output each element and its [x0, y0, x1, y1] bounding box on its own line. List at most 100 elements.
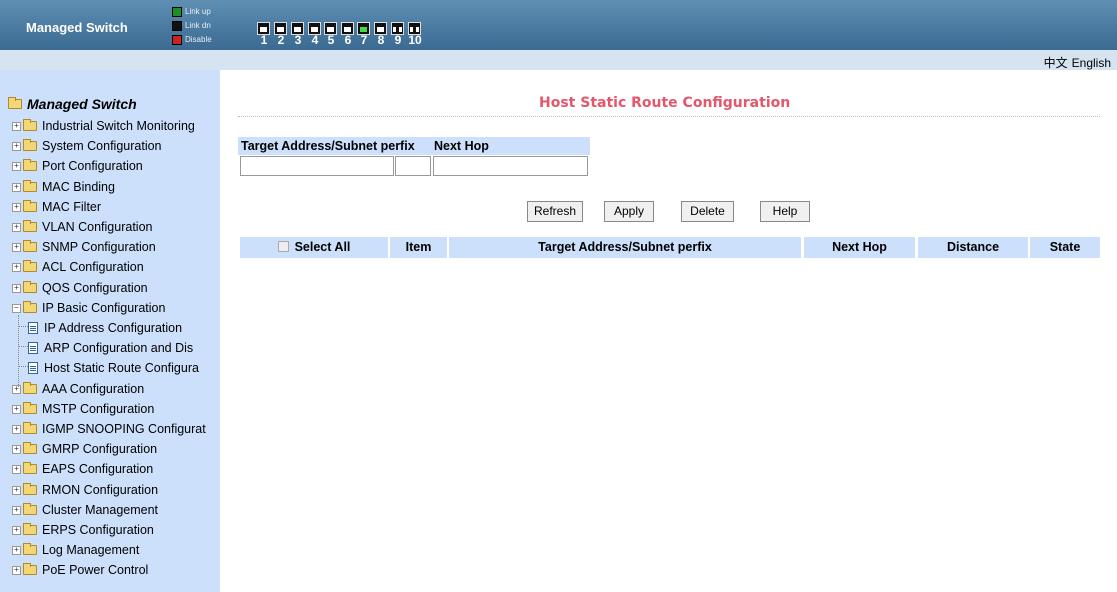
- collapse-icon[interactable]: −: [12, 303, 21, 313]
- apply-button[interactable]: Apply: [604, 201, 654, 222]
- sidebar-item[interactable]: + MAC Filter: [12, 198, 101, 216]
- sidebar-item[interactable]: + QOS Configuration: [12, 279, 148, 297]
- link-up-icon: [172, 6, 182, 17]
- expand-icon[interactable]: +: [12, 404, 21, 414]
- sidebar-subitem[interactable]: IP Address Configuration: [28, 319, 182, 337]
- language-switch: 中文 English: [1040, 54, 1111, 71]
- sidebar-item-label: QOS Configuration: [42, 281, 148, 295]
- folder-icon: [23, 220, 37, 232]
- sidebar-item-label: ACL Configuration: [42, 260, 144, 274]
- expand-icon[interactable]: +: [12, 565, 21, 575]
- sidebar-item-label: IP Basic Configuration: [42, 301, 166, 315]
- help-button[interactable]: Help: [760, 201, 810, 222]
- expand-icon[interactable]: +: [12, 444, 21, 454]
- page-title: Host Static Route Configuration: [539, 95, 791, 111]
- legend-link-up: Link up: [172, 6, 211, 17]
- port-number: 2: [277, 33, 285, 47]
- tree-root-label: Managed Switch: [27, 96, 137, 112]
- sidebar-item[interactable]: + Industrial Switch Monitoring: [12, 117, 195, 135]
- sidebar-item-label: AAA Configuration: [42, 382, 145, 396]
- tree-root[interactable]: Managed Switch: [8, 96, 137, 112]
- port-number: 5: [327, 33, 335, 47]
- folder-icon: [23, 200, 37, 212]
- lang-english-link[interactable]: English: [1072, 56, 1111, 70]
- sidebar-item[interactable]: + Cluster Management: [12, 501, 158, 519]
- sidebar-item-label: ERPS Configuration: [42, 523, 154, 537]
- expand-icon[interactable]: +: [12, 283, 21, 293]
- tree-connector: [18, 366, 28, 367]
- open-folder-icon: [8, 97, 22, 109]
- expand-icon[interactable]: +: [12, 222, 21, 232]
- refresh-button[interactable]: Refresh: [527, 201, 583, 222]
- subnet-prefix-input[interactable]: [395, 156, 431, 176]
- sidebar-nav: Managed Switch + Industrial Switch Monito…: [0, 70, 220, 592]
- sidebar-subitem[interactable]: ARP Configuration and Dis: [28, 339, 193, 357]
- expand-icon[interactable]: +: [12, 161, 21, 171]
- expand-icon[interactable]: +: [12, 262, 21, 272]
- expand-icon[interactable]: +: [12, 182, 21, 192]
- next-hop-label: Next Hop: [434, 139, 489, 153]
- sidebar-item[interactable]: + SNMP Configuration: [12, 238, 156, 256]
- sidebar-item[interactable]: + ERPS Configuration: [12, 521, 154, 539]
- expand-icon[interactable]: +: [12, 202, 21, 212]
- legend-label: Disable: [185, 35, 212, 44]
- folder-icon: [23, 260, 37, 272]
- expand-icon[interactable]: +: [12, 525, 21, 535]
- legend-label: Link dn: [185, 21, 211, 30]
- expand-icon[interactable]: +: [12, 424, 21, 434]
- folder-icon: [23, 119, 37, 131]
- form-row: [238, 156, 590, 178]
- expand-icon[interactable]: +: [12, 485, 21, 495]
- expand-icon[interactable]: +: [12, 242, 21, 252]
- port-number: 3: [294, 33, 302, 47]
- sidebar-item[interactable]: + MSTP Configuration: [12, 400, 154, 418]
- expand-icon[interactable]: +: [12, 384, 21, 394]
- sidebar-item[interactable]: + MAC Binding: [12, 178, 115, 196]
- column-target-address: Target Address/Subnet perfix: [449, 237, 801, 258]
- sidebar-item[interactable]: + System Configuration: [12, 137, 162, 155]
- sidebar-item[interactable]: + VLAN Configuration: [12, 218, 152, 236]
- sidebar-item[interactable]: + Log Management: [12, 541, 139, 559]
- sidebar-item[interactable]: − IP Basic Configuration: [12, 299, 165, 317]
- sidebar-item[interactable]: + RMON Configuration: [12, 481, 158, 499]
- sidebar-item-label: ARP Configuration and Dis: [44, 341, 194, 355]
- legend-label: Link up: [185, 7, 211, 16]
- expand-icon[interactable]: +: [12, 121, 21, 131]
- folder-icon: [23, 402, 37, 414]
- sidebar-item-label: MAC Filter: [42, 200, 102, 214]
- delete-button[interactable]: Delete: [681, 201, 734, 222]
- sidebar-item-label: GMRP Configuration: [42, 442, 158, 456]
- select-all-checkbox[interactable]: [277, 241, 289, 252]
- lang-chinese-link[interactable]: 中文: [1044, 56, 1068, 70]
- next-hop-input[interactable]: [433, 156, 588, 176]
- sidebar-item[interactable]: + ACL Configuration: [12, 258, 144, 276]
- sidebar-item-label: Port Configuration: [42, 159, 143, 173]
- expand-icon[interactable]: +: [12, 505, 21, 515]
- sidebar-item[interactable]: + IGMP SNOOPING Configurat: [12, 420, 206, 438]
- sidebar-item[interactable]: + Port Configuration: [12, 157, 143, 175]
- target-address-input[interactable]: [240, 156, 394, 176]
- folder-icon: [23, 563, 37, 575]
- folder-icon: [23, 523, 37, 535]
- folder-icon: [23, 159, 37, 171]
- expand-icon[interactable]: +: [12, 141, 21, 151]
- column-item: Item: [390, 237, 447, 258]
- legend-disable: Disable: [172, 34, 212, 45]
- sidebar-item-label: Log Management: [42, 543, 140, 557]
- sidebar-item[interactable]: + EAPS Configuration: [12, 460, 153, 478]
- brand-title: Managed Switch: [26, 20, 128, 35]
- port-number: 8: [377, 33, 385, 47]
- port-number: 6: [344, 33, 352, 47]
- sidebar-item-label: IGMP SNOOPING Configurat: [42, 422, 206, 436]
- sidebar-item[interactable]: + GMRP Configuration: [12, 440, 157, 458]
- select-all-label: Select All: [294, 240, 351, 254]
- select-all-header[interactable]: Select All: [240, 237, 388, 258]
- sidebar-subitem[interactable]: Host Static Route Configura: [28, 359, 199, 377]
- expand-icon[interactable]: +: [12, 545, 21, 555]
- sidebar-item[interactable]: + AAA Configuration: [12, 380, 144, 398]
- expand-icon[interactable]: +: [12, 464, 21, 474]
- sidebar-item[interactable]: + PoE Power Control: [12, 561, 148, 579]
- sidebar-item-label: IP Address Configuration: [44, 321, 183, 335]
- sidebar-item-label: MAC Binding: [42, 180, 115, 194]
- disable-icon: [172, 34, 182, 45]
